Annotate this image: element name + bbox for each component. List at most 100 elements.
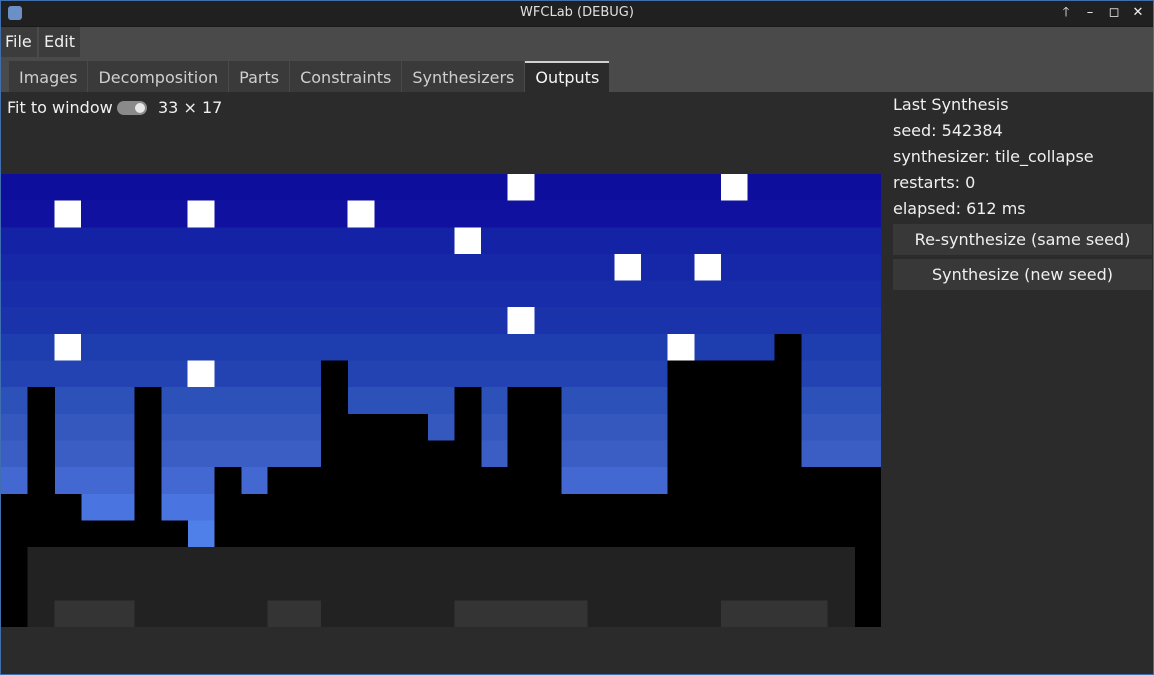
ground-tile xyxy=(641,547,669,575)
ground-tile xyxy=(561,600,589,627)
restarts-value: restarts: 0 xyxy=(893,173,976,192)
ground-tile xyxy=(827,573,855,601)
sky-row xyxy=(1,227,881,255)
ground-tile xyxy=(267,547,295,575)
ground-tile xyxy=(507,547,535,575)
star xyxy=(721,174,748,201)
ground-tile xyxy=(427,547,455,575)
star xyxy=(614,253,641,281)
ground-tile xyxy=(134,600,162,627)
sky-row xyxy=(1,253,881,282)
fit-to-window-label: Fit to window xyxy=(7,98,113,117)
ground-tile xyxy=(54,573,82,601)
ground-tile xyxy=(294,573,322,601)
ground-tile xyxy=(401,573,429,601)
synthesize-new-seed-button[interactable]: Synthesize (new seed) xyxy=(893,259,1152,290)
seed-value: seed: 542384 xyxy=(893,121,1003,140)
ground-tile xyxy=(134,573,162,601)
star xyxy=(507,307,535,334)
tab-outputs[interactable]: Outputs xyxy=(525,61,610,92)
last-synthesis-panel: Last Synthesis seed: 542384 synthesizer:… xyxy=(893,92,1153,294)
resynthesize-button[interactable]: Re-synthesize (same seed) xyxy=(893,224,1152,255)
star xyxy=(187,200,215,228)
minimize-icon[interactable]: – xyxy=(1080,3,1100,23)
star xyxy=(54,200,81,228)
menu-file[interactable]: File xyxy=(0,27,37,57)
toggle-knob xyxy=(135,103,145,113)
ground-tile xyxy=(721,547,749,575)
ground-tile xyxy=(587,547,615,575)
ground-tile xyxy=(27,600,55,627)
ground-tile xyxy=(721,600,749,627)
ground-tile xyxy=(54,547,82,575)
ground-tile xyxy=(561,573,589,601)
ground-tile xyxy=(161,573,189,601)
ground-tile xyxy=(347,573,375,601)
ground-tile xyxy=(321,573,349,601)
ground-tile xyxy=(161,600,189,627)
ground-tile xyxy=(587,573,615,601)
ground-tile xyxy=(321,547,349,575)
menu-edit[interactable]: Edit xyxy=(39,27,80,57)
ground-tile xyxy=(561,547,589,575)
window-title: WFCLab (DEBUG) xyxy=(520,5,634,20)
ground-tile xyxy=(214,573,242,601)
sky-row xyxy=(1,280,881,308)
ground-tile xyxy=(614,600,642,627)
ground-tile xyxy=(187,600,215,627)
ground-tile xyxy=(107,573,135,601)
ground-tile xyxy=(267,600,295,627)
ground-tile xyxy=(81,573,109,601)
ground-tile xyxy=(694,600,722,627)
tab-parts[interactable]: Parts xyxy=(229,61,290,92)
ground-tile xyxy=(667,547,695,575)
sky-row xyxy=(1,333,881,362)
ground-tile xyxy=(667,600,695,627)
ground-tile xyxy=(241,600,269,627)
ground-tile xyxy=(347,600,375,627)
close-icon[interactable]: ✕ xyxy=(1128,3,1148,23)
keep-on-top-icon[interactable]: 🡑 xyxy=(1056,3,1076,23)
ground-tile xyxy=(294,600,322,627)
ground-tile xyxy=(747,573,775,601)
ground-tile xyxy=(534,573,562,601)
ground-tile xyxy=(347,547,375,575)
building-column xyxy=(854,467,881,627)
menu-bar: File Edit xyxy=(0,27,1154,58)
sky-row xyxy=(1,174,881,202)
tab-images[interactable]: Images xyxy=(9,61,88,92)
ground-tile xyxy=(747,547,775,575)
ground-tile xyxy=(667,573,695,601)
maximize-icon[interactable]: ◻ xyxy=(1104,3,1124,23)
ground-tile xyxy=(267,573,295,601)
tab-decomposition[interactable]: Decomposition xyxy=(88,61,229,92)
output-dimensions: 33 × 17 xyxy=(158,98,223,117)
window-controls: 🡑 – ◻ ✕ xyxy=(1056,3,1148,23)
ground-tile xyxy=(107,600,135,627)
ground-tile xyxy=(694,573,722,601)
title-bar: WFCLab (DEBUG) 🡑 – ◻ ✕ xyxy=(0,0,1154,27)
star xyxy=(347,200,375,228)
ground-tile xyxy=(374,547,402,575)
ground-tile xyxy=(427,573,455,601)
star xyxy=(667,333,695,361)
sky-row xyxy=(1,200,881,228)
star xyxy=(454,227,481,254)
ground-tile xyxy=(747,600,775,627)
synthesizer-value: synthesizer: tile_collapse xyxy=(893,147,1094,166)
tab-bar: Images Decomposition Parts Constraints S… xyxy=(0,58,1154,92)
output-canvas xyxy=(1,174,881,627)
ground-tile xyxy=(507,573,535,601)
ground-tile xyxy=(827,547,855,575)
ground-tile xyxy=(721,573,749,601)
ground-tile xyxy=(107,547,135,575)
ground-tile xyxy=(827,600,855,627)
ground-tile xyxy=(54,600,82,627)
fit-to-window-toggle[interactable] xyxy=(117,101,147,115)
tab-constraints[interactable]: Constraints xyxy=(290,61,402,92)
ground-tile xyxy=(774,573,802,601)
tab-synthesizers[interactable]: Synthesizers xyxy=(402,61,525,92)
ground-tile xyxy=(161,547,189,575)
sky-row xyxy=(1,307,881,335)
ground-tile xyxy=(481,600,509,627)
